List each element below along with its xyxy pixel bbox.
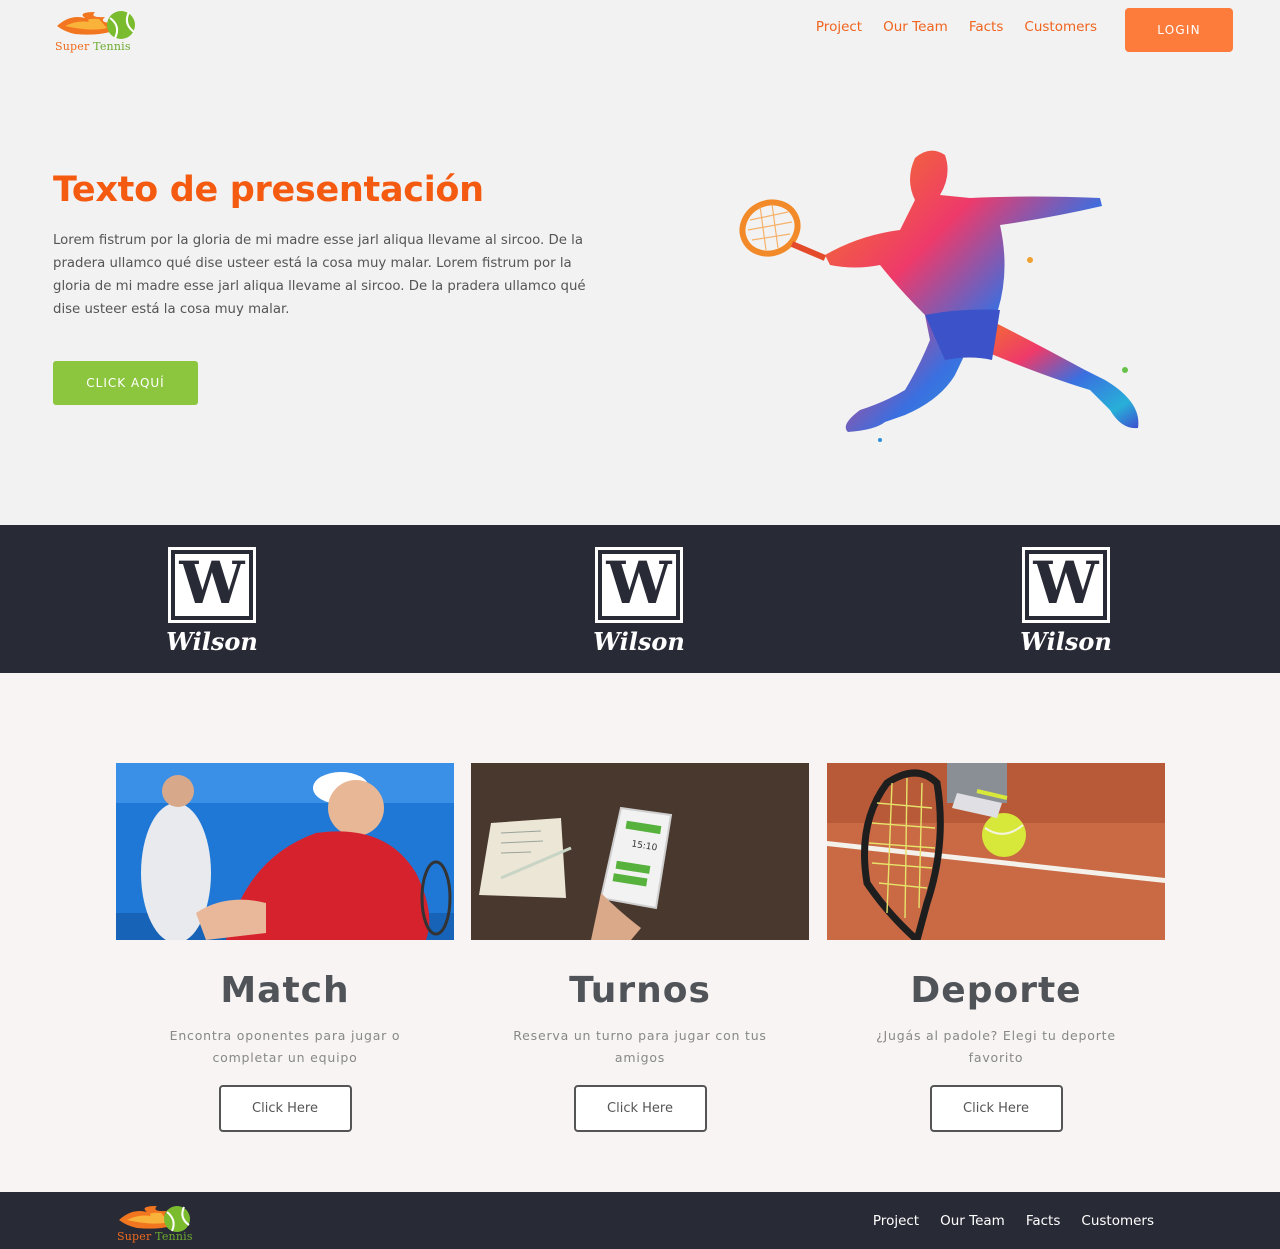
hero-description: Lorem fistrum por la gloria de mi madre … — [53, 233, 586, 317]
match-click-here-button[interactable]: Click Here — [218, 1085, 352, 1132]
hero-cta-button[interactable]: CLICK AQUÍ — [53, 361, 198, 405]
tennis-player-illustration — [739, 150, 1139, 442]
footer-nav-project[interactable]: Project — [873, 1213, 919, 1229]
footer-nav: Project Our Team Facts Customers — [873, 1213, 1154, 1229]
turnos-photo: 15:10 — [471, 763, 809, 940]
wilson-w-mark: W — [1022, 547, 1110, 623]
deporte-photo — [827, 763, 1165, 940]
card-description: Encontra oponentes para jugar o completa… — [169, 1028, 401, 1065]
feature-card-match: Match Encontra oponentes para jugar o co… — [116, 763, 454, 1132]
match-photo — [116, 763, 454, 940]
card-title: Match — [220, 970, 350, 1011]
feature-card-deporte: Deporte ¿Jugás al padole? Elegi tu depor… — [827, 763, 1165, 1132]
wilson-logo[interactable]: W Wilson — [162, 547, 262, 657]
footer-nav-our-team[interactable]: Our Team — [940, 1213, 1005, 1229]
super-tennis-logo[interactable]: Super Tennis — [117, 1202, 207, 1249]
wilson-wordmark: Wilson — [593, 627, 685, 656]
footer-nav-facts[interactable]: Facts — [1026, 1213, 1061, 1229]
card-title: Turnos — [569, 970, 711, 1011]
logo-wordmark: Super Tennis — [117, 1230, 193, 1243]
wilson-logo[interactable]: W Wilson — [589, 547, 689, 657]
feature-card-turnos: 15:10 Turnos Reserva un turno para jugar… — [471, 763, 809, 1132]
footer-nav-customers[interactable]: Customers — [1081, 1213, 1154, 1229]
super-tennis-logo[interactable]: Super Tennis — [55, 8, 145, 56]
card-description: Reserva un turno para jugar con tus amig… — [513, 1028, 767, 1065]
nav-facts[interactable]: Facts — [969, 19, 1004, 35]
features-section: Match Encontra oponentes para jugar o co… — [0, 673, 1280, 1192]
sponsor-band: W Wilson W Wilson W Wilson — [0, 525, 1280, 673]
flaming-ball-icon — [57, 11, 135, 39]
wilson-wordmark: Wilson — [166, 627, 258, 656]
nav-our-team[interactable]: Our Team — [883, 19, 948, 35]
logo-wordmark: Super Tennis — [55, 40, 131, 53]
wilson-w-mark: W — [168, 547, 256, 623]
deporte-click-here-button[interactable]: Click Here — [929, 1085, 1063, 1132]
site-header: Super Tennis Project Our Team Facts Cust… — [0, 0, 1280, 60]
login-button[interactable]: LOGIN — [1125, 8, 1233, 52]
site-footer: Super Tennis Project Our Team Facts Cust… — [0, 1192, 1280, 1249]
card-title: Deporte — [910, 970, 1082, 1011]
hero-title: Texto de presentación — [53, 170, 484, 210]
wilson-w-mark: W — [595, 547, 683, 623]
nav-project[interactable]: Project — [816, 19, 862, 35]
nav-customers[interactable]: Customers — [1024, 19, 1097, 35]
card-description: ¿Jugás al padole? Elegi tu deporte favor… — [876, 1028, 1116, 1065]
main-nav: Project Our Team Facts Customers — [816, 19, 1097, 35]
turnos-click-here-button[interactable]: Click Here — [573, 1085, 707, 1132]
wilson-wordmark: Wilson — [1020, 627, 1112, 656]
wilson-logo[interactable]: W Wilson — [1016, 547, 1116, 657]
